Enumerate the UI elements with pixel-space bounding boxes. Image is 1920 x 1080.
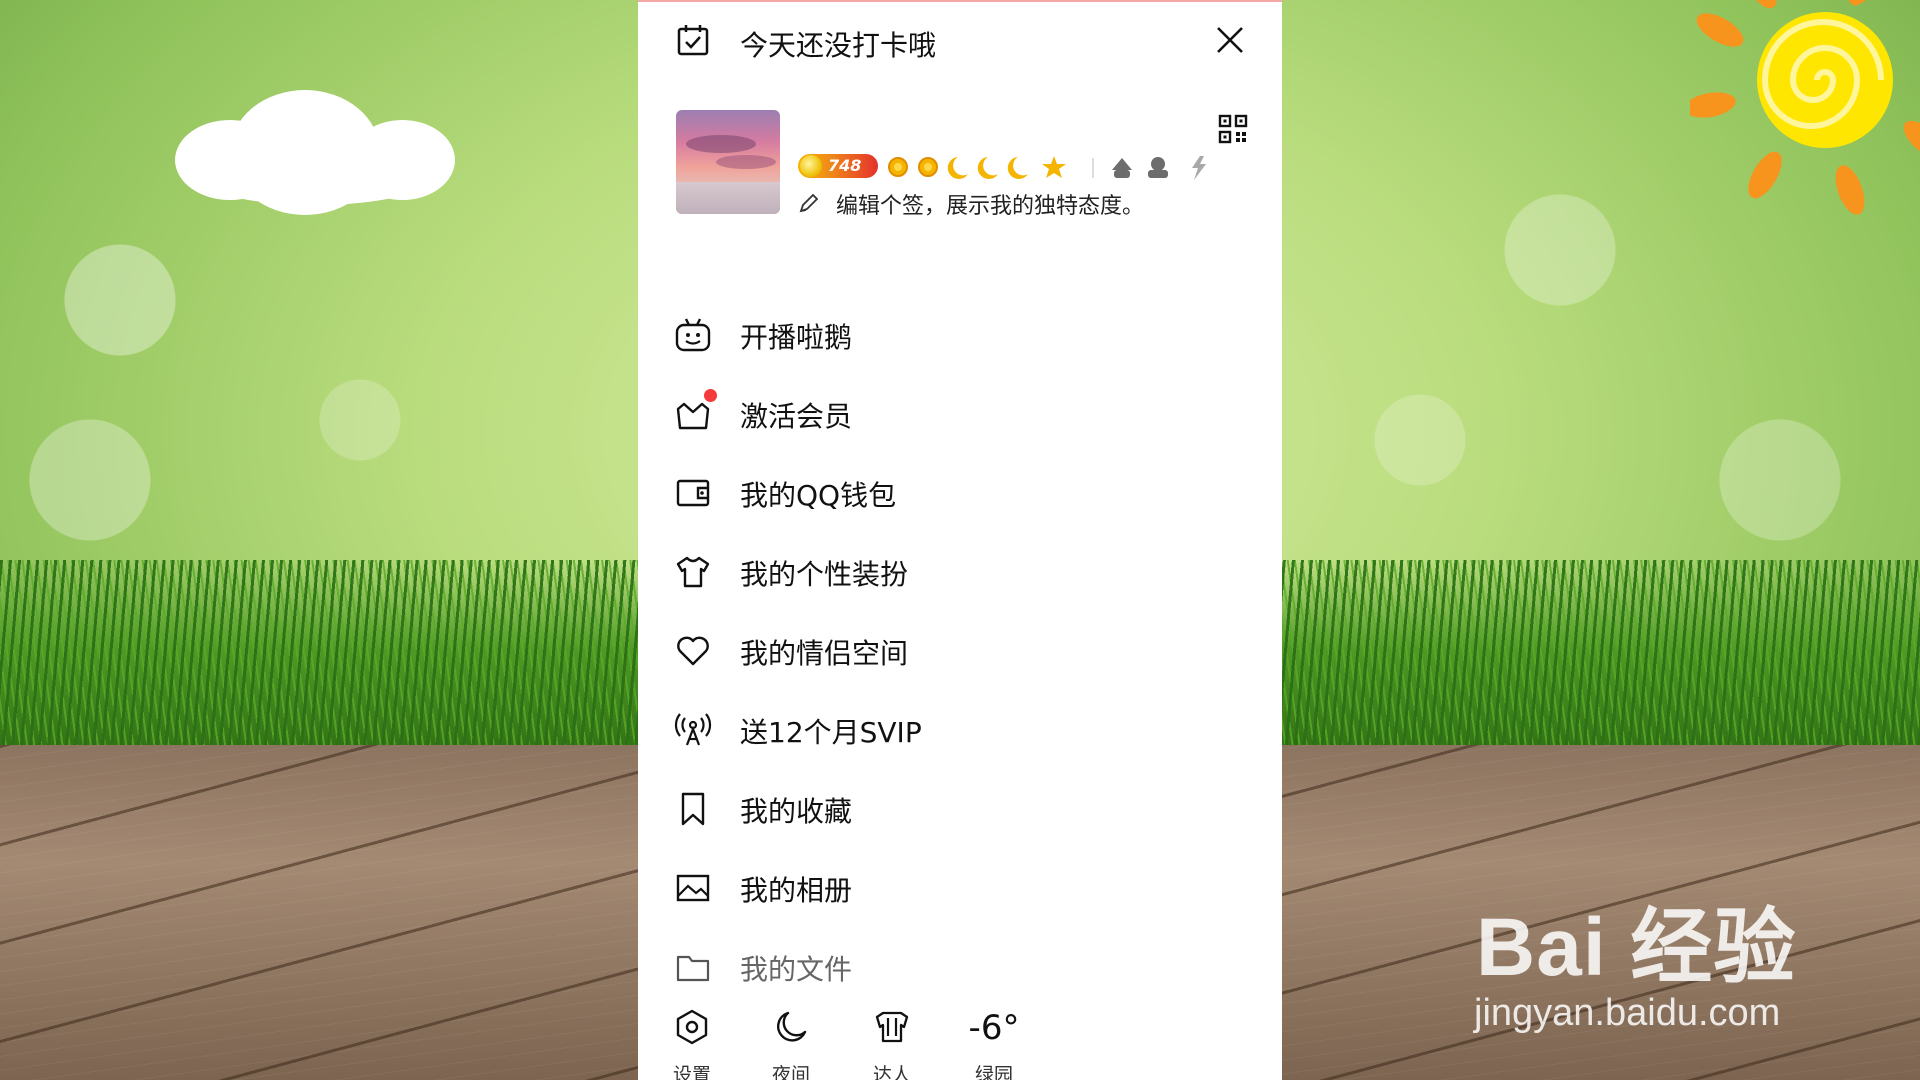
moon-level-icon (1007, 157, 1028, 179)
tshirt-icon (676, 556, 710, 588)
signature-placeholder: 编辑个签，展示我的独特态度。 (836, 194, 1145, 219)
menu-item-label: 我的情侣空间 (740, 637, 909, 670)
level-value: 748 (828, 156, 862, 175)
watermark-brand: Bai 经验 (1476, 902, 1797, 993)
penguin-badge-icon (1112, 158, 1132, 178)
album-icon (676, 874, 710, 902)
level-badge[interactable]: 748 (798, 154, 878, 178)
moon-level-icon (947, 157, 968, 179)
qq-level-icons[interactable] (886, 152, 1086, 182)
night-label: 夜间 (771, 1064, 810, 1080)
expert-button[interactable]: 达人 (852, 1002, 932, 1080)
qq-side-drawer: 今天还没打卡哦 748 编辑个签，展示我的独特态度。 开播啦鹅 激活会员 我的Q… (638, 0, 1282, 1080)
weather-temperature: -6° (968, 1008, 1020, 1048)
menu-item-activate-vip[interactable]: 激活会员 (638, 377, 1282, 456)
broadcast-icon (674, 713, 712, 746)
menu-item-files[interactable]: 我的文件 (638, 930, 1282, 1009)
moon-icon (777, 1011, 807, 1042)
weather-location: 绿园 (974, 1064, 1013, 1080)
signature-editor[interactable]: 编辑个签，展示我的独特态度。 (798, 188, 1238, 219)
settings-button[interactable]: 设置 (652, 1002, 732, 1080)
coin-icon (800, 155, 822, 177)
star-level-icon (1042, 156, 1066, 178)
penguin-live-icon (675, 318, 711, 352)
baidu-jingyan-watermark: Bai 经验 jingyan.baidu.com (1470, 880, 1920, 1050)
heart-icon (677, 636, 709, 666)
cloud-decoration (175, 90, 480, 215)
folder-icon (676, 955, 710, 982)
sun-level-icon (888, 157, 908, 177)
game-badge-icons[interactable] (1108, 152, 1238, 182)
wallet-icon (676, 479, 710, 507)
user-badges: 748 (798, 152, 1248, 184)
sun-decoration (1690, 0, 1920, 215)
notification-dot (704, 389, 717, 402)
menu-item-live[interactable]: 开播啦鹅 (638, 298, 1282, 377)
robot-badge-icon (1148, 157, 1168, 178)
watermark-url: jingyan.baidu.com (1474, 992, 1781, 1034)
checkin-status-text[interactable]: 今天还没打卡哦 (740, 24, 936, 64)
pencil-icon (799, 193, 819, 213)
badge-shield-icon (875, 1011, 909, 1043)
settings-icon (676, 1009, 708, 1045)
drawer-header: 今天还没打卡哦 (638, 2, 1282, 82)
badge-separator (1092, 158, 1094, 178)
lightning-badge-icon (1192, 156, 1206, 180)
weather-widget[interactable]: -6° 绿园 (954, 1002, 1034, 1080)
night-mode-button[interactable]: 夜间 (751, 1002, 831, 1080)
moon-level-icon (977, 157, 998, 179)
menu-item-label: 我的个性装扮 (740, 558, 909, 591)
menu-item-label: 我的QQ钱包 (740, 479, 897, 512)
close-icon[interactable] (1214, 24, 1246, 56)
menu-item-label: 激活会员 (740, 400, 853, 433)
menu-item-label: 我的相册 (740, 874, 853, 907)
menu-item-label: 我的文件 (740, 953, 853, 986)
drawer-menu: 开播啦鹅 激活会员 我的QQ钱包 我的个性装扮 我的情侣空间 送12个月SVIP… (638, 298, 1282, 1009)
menu-item-couple-space[interactable]: 我的情侣空间 (638, 614, 1282, 693)
calendar-check-icon[interactable] (675, 22, 711, 58)
menu-item-label: 我的收藏 (740, 795, 853, 828)
menu-item-album[interactable]: 我的相册 (638, 851, 1282, 930)
expert-label: 达人 (872, 1064, 911, 1080)
menu-item-personalization[interactable]: 我的个性装扮 (638, 535, 1282, 614)
sun-level-icon (918, 157, 938, 177)
menu-item-svip-gift[interactable]: 送12个月SVIP (638, 693, 1282, 772)
avatar[interactable] (676, 110, 780, 214)
menu-item-favorites[interactable]: 我的收藏 (638, 772, 1282, 851)
drawer-bottom-bar: 设置 夜间 达人 -6° 绿园 (638, 1002, 1282, 1080)
bookmark-icon (681, 792, 705, 826)
menu-item-wallet[interactable]: 我的QQ钱包 (638, 456, 1282, 535)
qr-code-icon[interactable] (1218, 114, 1248, 144)
menu-item-label: 送12个月SVIP (740, 716, 922, 749)
settings-label: 设置 (672, 1064, 711, 1080)
menu-item-label: 开播啦鹅 (740, 321, 853, 354)
desktop-background: Bai 经验 jingyan.baidu.com 今天还没打卡哦 748 编辑个… (0, 0, 1920, 1080)
